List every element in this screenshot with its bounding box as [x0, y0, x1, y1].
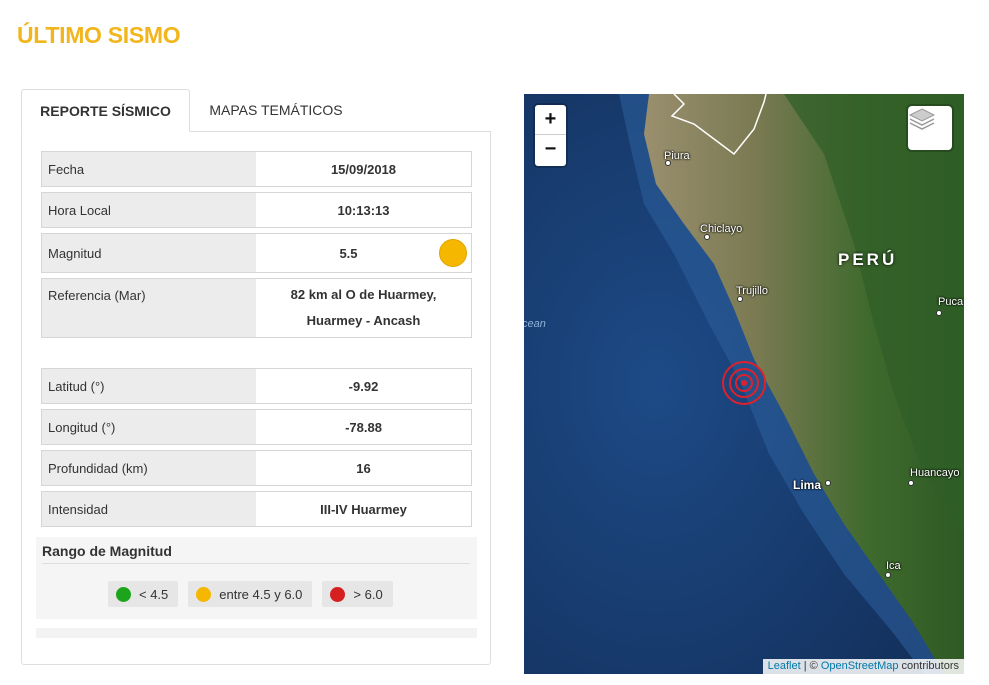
latitud-label: Latitud (°) [42, 369, 256, 403]
zoom-control: + − [535, 105, 566, 166]
map-terrain [524, 94, 964, 674]
leaflet-link[interactable]: Leaflet [768, 660, 801, 672]
profundidad-value: 16 [356, 460, 371, 476]
city-dot [885, 572, 891, 578]
legend-item-high: > 6.0 [322, 581, 393, 607]
red-dot-icon [330, 586, 346, 602]
longitud-row: Longitud (°) -78.88 [41, 409, 472, 445]
attribution-separator: | © [800, 660, 821, 672]
city-lima: Lima [793, 478, 822, 492]
report-panel: REPORTE SÍSMICO MAPAS TEMÁTICOS Fecha 15… [21, 89, 491, 665]
zoom-out-button[interactable]: − [535, 135, 566, 165]
referencia-line2: Huarmey - Ancash [306, 313, 421, 328]
referencia-label: Referencia (Mar) [42, 279, 256, 337]
tab-content: Fecha 15/09/2018 Hora Local 10:13:13 Mag… [21, 131, 491, 665]
epicenter-marker-icon [722, 361, 766, 405]
fecha-value: 15/09/2018 [330, 161, 397, 177]
page-title: ÚLTIMO SISMO [17, 22, 181, 48]
hora-row: Hora Local 10:13:13 [41, 192, 472, 228]
profundidad-row: Profundidad (km) 16 [41, 450, 472, 486]
fecha-row: Fecha 15/09/2018 [41, 151, 472, 187]
city-ica: Ica [886, 560, 901, 572]
earthquake-map[interactable]: + − cean PERÚ Piura Chiclayo Trujillo Li… [524, 94, 964, 674]
magnitude-legend: < 4.5 entre 4.5 y 6.0 > 6.0 [108, 581, 393, 607]
intensidad-value: III-IV Huarmey [320, 501, 407, 517]
city-pucallpa: Puca [938, 296, 964, 308]
tab-mapas-tematicos[interactable]: MAPAS TEMÁTICOS [191, 89, 361, 132]
ocean-label: cean [524, 318, 546, 330]
city-dot [936, 310, 942, 316]
bottom-strip [36, 628, 477, 638]
layers-icon [908, 108, 936, 130]
layers-button[interactable] [908, 106, 952, 150]
city-dot [908, 480, 914, 486]
yellow-dot-icon [196, 586, 212, 602]
latitud-value: -9.92 [348, 378, 379, 394]
magnitude-range-box: Rango de Magnitud < 4.5 entre 4.5 y 6.0 … [36, 537, 477, 619]
legend-high-label: > 6.0 [353, 586, 383, 602]
magnitud-label: Magnitud [42, 234, 256, 272]
profundidad-label: Profundidad (km) [42, 451, 256, 485]
country-label: PERÚ [838, 250, 898, 269]
osm-link[interactable]: OpenStreetMap [821, 660, 899, 672]
longitud-label: Longitud (°) [42, 410, 256, 444]
tab-bar: REPORTE SÍSMICO MAPAS TEMÁTICOS [21, 89, 491, 132]
hora-label: Hora Local [42, 193, 256, 227]
city-huancayo: Huancayo [910, 467, 960, 479]
city-dot [825, 480, 831, 486]
fecha-label: Fecha [42, 152, 256, 186]
range-title: Rango de Magnitud [42, 543, 172, 559]
intensidad-label: Intensidad [42, 492, 256, 526]
magnitude-indicator-icon [439, 239, 467, 267]
magnitud-row: Magnitud 5.5 [41, 233, 472, 273]
legend-item-low: < 4.5 [108, 581, 179, 607]
hora-value: 10:13:13 [337, 202, 390, 218]
green-dot-icon [116, 586, 131, 602]
longitud-value: -78.88 [345, 419, 382, 435]
tab-reporte-sismico[interactable]: REPORTE SÍSMICO [21, 89, 190, 132]
city-chiclayo: Chiclayo [700, 223, 743, 235]
attribution-suffix: contributors [898, 660, 959, 672]
latitud-row: Latitud (°) -9.92 [41, 368, 472, 404]
map-attribution: Leaflet | © OpenStreetMap contributors [762, 659, 964, 674]
city-trujillo: Trujillo [736, 285, 768, 297]
legend-item-mid: entre 4.5 y 6.0 [188, 581, 313, 607]
referencia-row: Referencia (Mar) 82 km al O de Huarmey, … [41, 278, 472, 338]
zoom-in-button[interactable]: + [535, 105, 566, 135]
city-piura: Piura [664, 150, 690, 162]
legend-low-label: < 4.5 [139, 586, 169, 602]
legend-mid-label: entre 4.5 y 6.0 [219, 586, 303, 602]
referencia-value: 82 km al O de Huarmey, Huarmey - Ancash [256, 279, 471, 337]
referencia-line1: 82 km al O de Huarmey, [290, 287, 437, 302]
intensidad-row: Intensidad III-IV Huarmey [41, 491, 472, 527]
